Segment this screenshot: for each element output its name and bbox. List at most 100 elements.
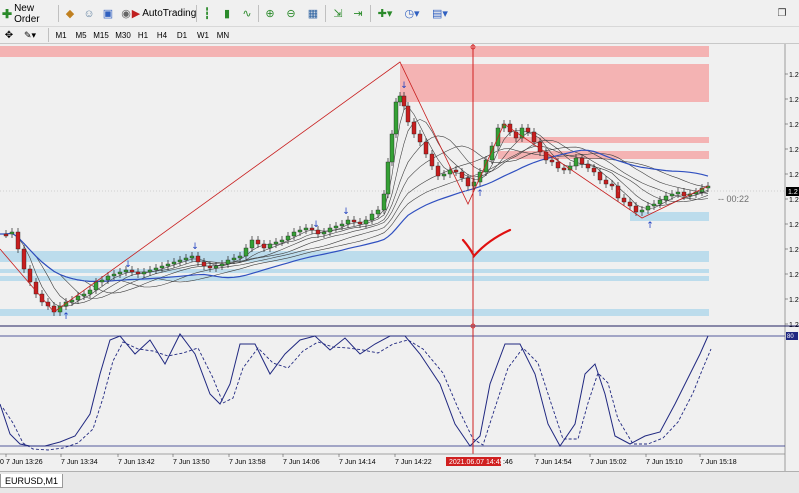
line-chart-icon[interactable]: ∿ — [239, 4, 255, 23]
candle-body — [99, 279, 105, 283]
candle-body — [441, 173, 447, 177]
candle-body — [225, 259, 231, 265]
time-tick-label: 7 Jun 14:54 — [535, 459, 572, 466]
time-tick-label: 7 Jun 14:06 — [283, 459, 320, 466]
price-tick-label: 1.2 — [789, 247, 799, 254]
candle-body — [231, 257, 237, 261]
candle-body — [435, 165, 441, 177]
main-toolbar: ✚ New Order ◆ ☺ ▣ ◉ ▶ AutoTrading ┇ ▮ ∿ … — [0, 0, 799, 27]
candle-body — [405, 105, 411, 123]
candle-body — [591, 167, 597, 173]
timeframe-mn[interactable]: MN — [214, 29, 232, 42]
price-chart[interactable]: ↓↓↓↓↓↑↑↑1.21.21.21.21.21.21.21.21.21.21.… — [0, 44, 799, 471]
demand-zone — [0, 251, 709, 262]
new-order-label: New Order — [14, 2, 40, 25]
indicator-level-label: 80 — [787, 334, 794, 340]
candle-body — [195, 255, 201, 263]
candle-body — [135, 271, 141, 275]
time-tick-label: :46 — [503, 459, 513, 466]
candle-body — [267, 243, 273, 249]
timeframe-m1[interactable]: M1 — [53, 29, 69, 42]
indicators-icon[interactable]: ✚▾ — [374, 4, 396, 23]
chart-window[interactable]: ↓ ↓ ↓ ↓ ↓ ↑ ↑ ↑ 1.2 1.2 1.2 1.2 1.2 1.2 1.2 1.2 1.2 1.2 1.… — [0, 44, 799, 471]
toolbar-divider — [258, 5, 259, 22]
timeframe-m15[interactable]: M15 — [92, 29, 110, 42]
candle-body — [15, 231, 21, 250]
fractal-down-arrow: ↓ — [400, 81, 408, 91]
timeframe-h1[interactable]: H1 — [136, 29, 150, 42]
candle-body — [171, 261, 177, 265]
diamond-icon[interactable]: ◆ — [62, 4, 78, 23]
candlestick-icon[interactable]: ▮ — [219, 4, 235, 23]
candle-body — [645, 205, 651, 211]
fractal-down-arrow: ↓ — [312, 220, 320, 230]
candle-body — [531, 131, 537, 143]
candle-body — [207, 265, 213, 269]
bar-chart-icon[interactable]: ┇ — [199, 4, 215, 23]
candle-body — [411, 121, 417, 135]
time-tick-label: 7 Jun 13:26 — [6, 459, 43, 466]
timeframe-h4[interactable]: H4 — [154, 29, 170, 42]
restore-window-icon[interactable]: ❐ — [774, 4, 790, 23]
zoom-in-icon[interactable]: ⊕ — [262, 4, 278, 23]
candle-body — [201, 261, 207, 267]
candle-body — [357, 221, 363, 225]
scroll-chart-icon[interactable]: ⇲ — [330, 4, 346, 23]
candle-body — [597, 171, 603, 181]
candle-body — [333, 225, 339, 229]
time-tick-label: 7 Jun 13:42 — [118, 459, 155, 466]
price-tick-label: 1.2 — [789, 147, 799, 154]
candle-body — [375, 209, 381, 215]
candle-body — [381, 193, 387, 211]
candle-body — [117, 271, 123, 275]
time-tick-label: 7 Jun 13:50 — [173, 459, 210, 466]
zoom-out-icon[interactable]: ⊖ — [283, 4, 299, 23]
candle-body — [651, 203, 657, 207]
supply-zone — [400, 64, 709, 102]
market-watch-icon[interactable]: ▣ — [100, 4, 116, 23]
candle-body — [9, 231, 15, 235]
time-axis-edge-label: 0 — [0, 459, 4, 466]
price-tick-label: 1.2 — [789, 197, 799, 204]
supply-zone — [0, 46, 709, 57]
chart-shift-icon[interactable]: ⇥ — [350, 4, 366, 23]
candle-body — [537, 141, 543, 153]
candle-body — [219, 263, 225, 267]
candle-body — [585, 163, 591, 169]
time-tick-label: 7 Jun 14:14 — [339, 459, 376, 466]
timeframe-d1[interactable]: D1 — [174, 29, 190, 42]
timeframe-m5[interactable]: M5 — [73, 29, 89, 42]
candle-body — [93, 281, 99, 291]
crosshair-tool[interactable]: ✥ — [2, 29, 16, 42]
autotrading-button[interactable]: ▶ AutoTrading — [132, 4, 197, 23]
toolbar-divider — [370, 5, 371, 22]
timeframe-w1[interactable]: W1 — [195, 29, 211, 42]
candle-body — [621, 197, 627, 203]
candle-body — [159, 265, 165, 269]
candle-body — [633, 205, 639, 213]
line-tools-dropdown[interactable]: ✎▾ — [18, 29, 42, 42]
price-tick-label: 1.2 — [789, 222, 799, 229]
candle-body — [213, 265, 219, 269]
candle-body — [363, 219, 369, 225]
people-icon[interactable]: ☺ — [81, 4, 97, 23]
candle-body — [321, 231, 327, 235]
candle-body — [27, 268, 33, 283]
candle-body — [297, 229, 303, 233]
candle-body — [237, 255, 243, 259]
candle-body — [615, 185, 621, 199]
new-order-button[interactable]: ✚ New Order — [2, 2, 56, 25]
tile-windows-icon[interactable]: ▦ — [305, 4, 321, 23]
candle-body — [75, 295, 81, 301]
candle-body — [147, 269, 153, 273]
candle-body — [657, 199, 663, 205]
candle-body — [459, 171, 465, 179]
periods-icon[interactable]: ◷▾ — [400, 4, 424, 23]
demand-zone — [0, 269, 709, 273]
candle-body — [389, 133, 395, 163]
fractal-down-arrow: ↓ — [342, 207, 350, 217]
templates-icon[interactable]: ▤▾ — [428, 4, 452, 23]
candle-body — [339, 223, 345, 227]
chart-tab-eurusd[interactable]: EURUSD,M1 — [0, 474, 64, 488]
timeframe-m30[interactable]: M30 — [113, 29, 133, 42]
